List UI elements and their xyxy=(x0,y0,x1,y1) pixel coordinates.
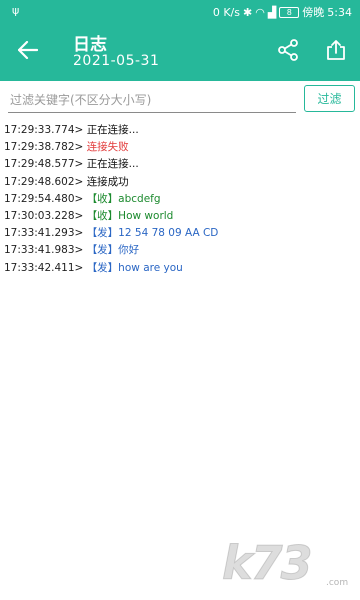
log-timestamp: 17:29:48.602> xyxy=(4,175,84,188)
status-bar: ψ 0 K/s ✱ ◠ ▟ 8 傍晚 5:34 xyxy=(0,0,360,22)
app-bar: ψ 0 K/s ✱ ◠ ▟ 8 傍晚 5:34 日志 2021-05-31 xyxy=(0,0,360,81)
log-line: 17:29:48.602> 连接成功 xyxy=(4,174,356,191)
wifi-icon: ◠ xyxy=(255,5,265,19)
log-list[interactable]: 17:29:33.774> 正在连接... 17:29:38.782> 连接失败 1… xyxy=(4,122,356,277)
network-speed: 0 K/s xyxy=(212,5,240,19)
log-timestamp: 17:33:42.411> xyxy=(4,261,84,274)
filter-bar: 过滤 xyxy=(0,81,360,121)
battery-indicator: 8 xyxy=(279,6,300,18)
filter-button[interactable]: 过滤 xyxy=(304,85,355,112)
carrier-label: 傍晚 xyxy=(302,6,325,19)
status-indicators: 0 K/s ✱ ◠ ▟ 8 傍晚 5:34 xyxy=(213,4,352,20)
log-line: 17:29:48.577> 正在连接... xyxy=(4,156,356,173)
export-icon xyxy=(327,40,345,60)
log-timestamp: 17:29:38.782> xyxy=(4,141,84,154)
usb-icon: ψ xyxy=(12,4,20,17)
share-button[interactable] xyxy=(272,34,304,66)
log-message: 【发】how are you xyxy=(86,261,183,274)
signal-icon: ▟ xyxy=(267,5,277,19)
log-message: 正在连接... xyxy=(86,158,139,171)
log-line: 17:29:33.774> 正在连接... xyxy=(4,122,356,139)
filter-input[interactable] xyxy=(8,87,296,113)
log-message: 【收】How world xyxy=(86,210,174,223)
status-time: 5:34 xyxy=(327,5,352,19)
log-timestamp: 17:29:54.480> xyxy=(4,192,84,205)
log-line: 17:33:41.983> 【发】你好 xyxy=(4,242,356,259)
back-button[interactable] xyxy=(12,34,44,66)
share-icon xyxy=(278,39,298,61)
log-message: 连接失败 xyxy=(86,141,129,154)
log-message: 【发】12 54 78 09 AA CD xyxy=(86,227,219,240)
watermark-logo: k73 xyxy=(222,536,314,591)
page-date: 2021-05-31 xyxy=(73,53,160,69)
log-message: 【发】你好 xyxy=(86,244,140,257)
log-message: 正在连接... xyxy=(86,124,139,136)
log-timestamp: 17:29:33.774> xyxy=(4,124,84,136)
watermark-domain: .com xyxy=(326,578,349,588)
log-timestamp: 17:29:48.577> xyxy=(4,158,84,171)
bluetooth-icon: ✱ xyxy=(243,5,253,19)
log-line: 17:30:03.228> 【收】How world xyxy=(4,208,356,225)
log-timestamp: 17:33:41.983> xyxy=(4,244,84,257)
log-message: 连接成功 xyxy=(86,175,129,188)
log-line: 17:33:42.411> 【发】how are you xyxy=(4,260,356,277)
arrow-left-icon xyxy=(18,41,38,59)
log-timestamp: 17:30:03.228> xyxy=(4,210,84,223)
page-title: 日志 xyxy=(73,35,107,55)
log-line: 17:29:54.480> 【收】abcdefg xyxy=(4,191,356,208)
export-button[interactable] xyxy=(320,34,352,66)
log-line: 17:33:41.293> 【发】12 54 78 09 AA CD xyxy=(4,225,356,242)
log-message: 【收】abcdefg xyxy=(86,192,161,205)
log-timestamp: 17:33:41.293> xyxy=(4,227,84,240)
log-line: 17:29:38.782> 连接失败 xyxy=(4,139,356,156)
